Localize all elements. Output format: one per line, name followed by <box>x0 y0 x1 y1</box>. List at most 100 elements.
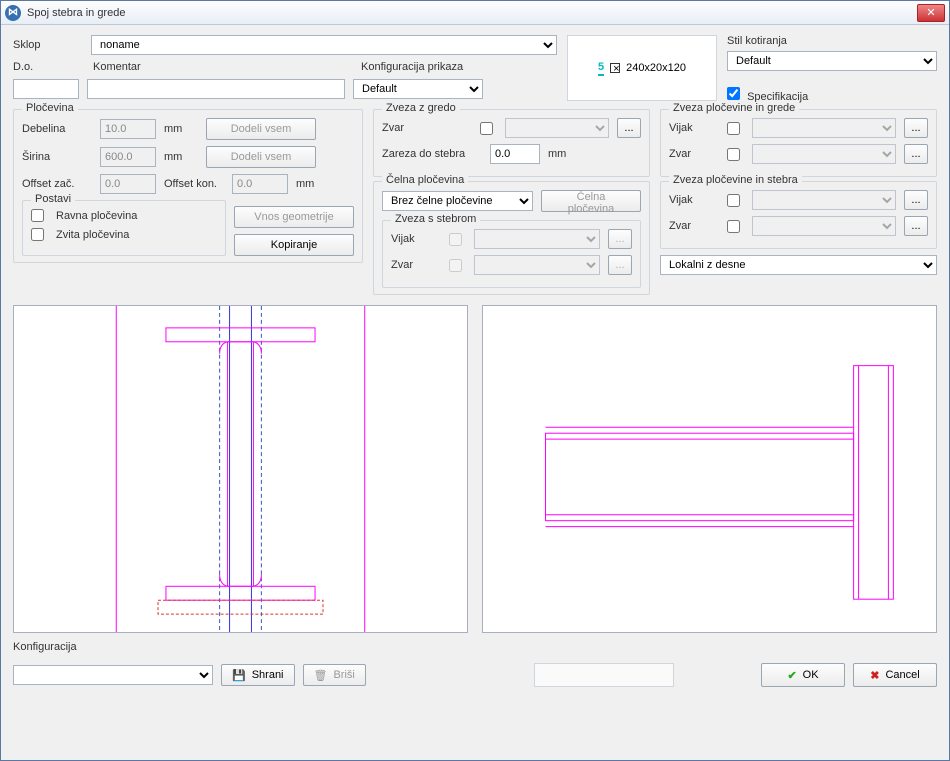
mm-label-4: mm <box>548 148 566 160</box>
debelina-input <box>100 119 156 139</box>
komentar-label: Komentar <box>93 61 353 73</box>
brisi-button: 🗑 Briši <box>303 664 366 686</box>
dodeli-vsem-2: Dodeli vsem <box>206 146 316 168</box>
zvita-checkbox[interactable] <box>31 228 44 241</box>
zvar-select-4 <box>752 216 896 236</box>
do-input[interactable] <box>13 79 79 99</box>
check-icon: ✔ <box>787 669 796 682</box>
vijak-checkbox-3[interactable] <box>727 194 740 207</box>
sirina-label: Širina <box>22 151 92 163</box>
zveza-ploc-grede-group: Zveza pločevine in grede Vijak ... Zvar … <box>660 109 937 177</box>
titlebar: ⋈ Spoj stebra in grede ✕ <box>1 1 949 25</box>
ravna-checkbox[interactable] <box>31 209 44 222</box>
plocevina-group: Pločevina Debelina mm Dodeli vsem Širina… <box>13 109 363 263</box>
zveza-gredo-group: Zveza z gredo Zvar ... Zareza do stebra … <box>373 109 650 177</box>
mm-label-3: mm <box>296 178 314 190</box>
zvar-checkbox-4[interactable] <box>727 220 740 233</box>
lokalni-select[interactable]: Lokalni z desne <box>660 255 937 275</box>
zveza-ploc-stebra-title: Zveza pločevine in stebra <box>669 174 802 186</box>
vijak-select-3 <box>752 190 896 210</box>
zvar-more-2: ... <box>608 255 632 275</box>
drawing-left[interactable] <box>13 305 468 633</box>
komentar-input[interactable] <box>87 79 345 99</box>
zveza-stebrom-group: Zveza s stebrom Vijak ... Zvar ... <box>382 220 641 288</box>
zvar-select-3 <box>752 144 896 164</box>
zvar-select-1 <box>505 118 609 138</box>
zvar-label-1: Zvar <box>382 122 472 134</box>
trash-icon: 🗑 <box>314 669 328 682</box>
ravna-label: Ravna pločevina <box>56 210 137 222</box>
offset-zac-label: Offset zač. <box>22 178 92 190</box>
zareza-input[interactable] <box>490 144 540 164</box>
sklop-select[interactable]: noname <box>91 35 557 55</box>
zvar-label-3: Zvar <box>669 148 719 160</box>
stil-kotiranja-label: Stil kotiranja <box>727 35 937 47</box>
celna-ploc-select[interactable]: Brez čelne pločevine <box>382 191 533 211</box>
vijak-select-1 <box>474 229 600 249</box>
preview-profile: 240x20x120 <box>626 62 686 74</box>
debelina-label: Debelina <box>22 123 92 135</box>
vijak-more-3[interactable]: ... <box>904 190 928 210</box>
save-icon: 💾 <box>232 669 246 682</box>
zareza-label: Zareza do stebra <box>382 148 482 160</box>
shrani-button[interactable]: 💾 Shrani <box>221 664 295 686</box>
vijak-label-2: Vijak <box>669 122 719 134</box>
offset-kon-label: Offset kon. <box>164 178 224 190</box>
offset-kon-input <box>232 174 288 194</box>
preview-index: 5 <box>598 61 604 76</box>
zvar-more-4[interactable]: ... <box>904 216 928 236</box>
postavi-title: Postavi <box>31 193 75 205</box>
zvita-label: Zvita pločevina <box>56 229 129 241</box>
vijak-more-1: ... <box>608 229 632 249</box>
celna-ploc-title: Čelna pločevina <box>382 174 468 186</box>
vijak-checkbox-2[interactable] <box>727 122 740 135</box>
close-button[interactable]: ✕ <box>917 4 945 22</box>
celna-ploc-group: Čelna pločevina Brez čelne pločevine Čel… <box>373 181 650 295</box>
mm-label-1: mm <box>164 123 198 135</box>
zvar-checkbox-2 <box>449 259 462 272</box>
cancel-button[interactable]: ✖ Cancel <box>853 663 937 687</box>
cancel-icon: ✖ <box>870 669 879 682</box>
profile-preview: 5 × 240x20x120 <box>567 35 717 101</box>
specifikacija-checkbox[interactable] <box>727 87 740 100</box>
vijak-label-1: Vijak <box>391 233 441 245</box>
zvar-label-4: Zvar <box>669 220 719 232</box>
zvar-checkbox-1[interactable] <box>480 122 493 135</box>
dialog-window: ⋈ Spoj stebra in grede ✕ Sklop noname D.… <box>0 0 950 761</box>
drawing-right[interactable] <box>482 305 937 633</box>
sklop-label: Sklop <box>13 39 83 51</box>
mm-label-2: mm <box>164 151 198 163</box>
app-icon: ⋈ <box>5 5 21 21</box>
konfiguracija-select[interactable] <box>13 665 213 685</box>
cancel-label: Cancel <box>885 669 919 681</box>
do-label: D.o. <box>13 61 83 73</box>
sirina-input <box>100 147 156 167</box>
brisi-label: Briši <box>333 669 354 681</box>
status-box <box>534 663 674 687</box>
vijak-checkbox-1 <box>449 233 462 246</box>
offset-zac-input <box>100 174 156 194</box>
postavi-group: Postavi Ravna pločevina Zvita pločevina <box>22 200 226 256</box>
stil-kotiranja-select[interactable]: Default <box>727 51 937 71</box>
ok-button[interactable]: ✔ OK <box>761 663 845 687</box>
zvar-more-1[interactable]: ... <box>617 118 641 138</box>
vijak-more-2[interactable]: ... <box>904 118 928 138</box>
konfiguracija-label: Konfiguracija <box>13 641 937 653</box>
vnos-geometrije-button: Vnos geometrije <box>234 206 354 228</box>
window-title: Spoj stebra in grede <box>27 7 917 19</box>
zveza-ploc-stebra-group: Zveza pločevine in stebra Vijak ... Zvar… <box>660 181 937 249</box>
zvar-checkbox-3[interactable] <box>727 148 740 161</box>
zvar-label-2: Zvar <box>391 259 441 271</box>
vijak-select-2 <box>752 118 896 138</box>
celna-ploc-button: Čelna pločevina <box>541 190 641 212</box>
kopiranje-button[interactable]: Kopiranje <box>234 234 354 256</box>
konfig-prikaza-select[interactable]: Default <box>353 79 483 99</box>
zveza-gredo-title: Zveza z gredo <box>382 102 460 114</box>
zvar-more-3[interactable]: ... <box>904 144 928 164</box>
shrani-label: Shrani <box>252 669 284 681</box>
plocevina-title: Pločevina <box>22 102 78 114</box>
vijak-label-3: Vijak <box>669 194 719 206</box>
konfig-prikaza-label: Konfiguracija prikaza <box>361 61 463 73</box>
dodeli-vsem-1: Dodeli vsem <box>206 118 316 140</box>
zvar-select-2 <box>474 255 600 275</box>
